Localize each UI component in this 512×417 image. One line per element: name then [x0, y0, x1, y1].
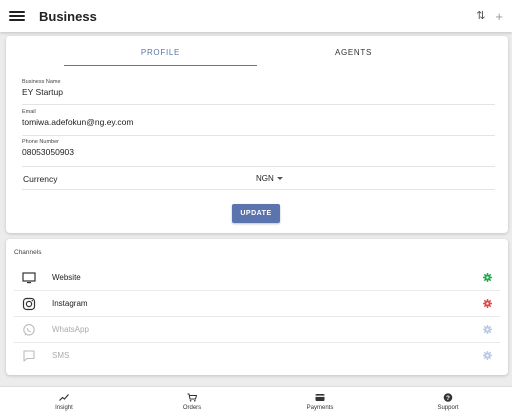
email-input[interactable]: tomiwa.adefokun@ng.ey.com: [22, 117, 495, 127]
plus-icon[interactable]: +: [495, 10, 503, 23]
update-button[interactable]: UPDATE: [232, 204, 280, 223]
sort-icon[interactable]: ⇅: [476, 10, 485, 22]
monitor-icon: [22, 272, 36, 284]
tab-bar: PROFILE AGENTS: [64, 42, 450, 66]
currency-value: NGN: [256, 174, 274, 183]
instagram-icon: [22, 297, 36, 311]
tab-profile[interactable]: PROFILE: [64, 42, 257, 66]
menu-icon[interactable]: [9, 9, 25, 23]
business-name-label: Business Name: [22, 79, 61, 85]
trending-up-icon: [59, 394, 69, 401]
phone-label: Phone Number: [22, 139, 59, 145]
gear-icon[interactable]: [483, 273, 492, 282]
whatsapp-icon: [23, 324, 35, 336]
bottom-nav: Insight Orders Payments ? Support: [0, 386, 512, 417]
channel-row-instagram[interactable]: Instagram: [14, 291, 500, 317]
cart-icon: [187, 393, 197, 402]
svg-text:?: ?: [446, 395, 450, 402]
gear-icon[interactable]: [483, 299, 492, 308]
nav-label: Support: [437, 405, 459, 411]
nav-label: Insight: [55, 405, 73, 411]
gear-icon[interactable]: [483, 351, 492, 360]
phone-input[interactable]: 08053050903: [22, 147, 495, 157]
business-name-field[interactable]: Business Name EY Startup: [22, 79, 495, 105]
channel-row-whatsapp[interactable]: WhatsApp: [14, 317, 500, 343]
channel-row-website[interactable]: Website: [14, 265, 500, 291]
profile-card: PROFILE AGENTS Business Name EY Startup …: [6, 36, 508, 233]
channel-label: WhatsApp: [52, 325, 89, 334]
currency-label: Currency: [23, 174, 58, 184]
help-icon: ?: [443, 393, 453, 402]
channels-header: Channels: [14, 249, 42, 256]
email-field[interactable]: Email tomiwa.adefokun@ng.ey.com: [22, 109, 495, 136]
chevron-down-icon: [276, 177, 283, 181]
app-bar: Business ⇅ +: [0, 0, 512, 32]
nav-label: Orders: [182, 405, 202, 411]
nav-item-insight[interactable]: Insight: [0, 387, 128, 417]
phone-field[interactable]: Phone Number 08053050903: [22, 139, 495, 167]
channel-row-sms[interactable]: SMS: [14, 343, 500, 369]
business-name-input[interactable]: EY Startup: [22, 87, 495, 97]
nav-item-payments[interactable]: Payments: [256, 387, 384, 417]
channels-card: Channels Website Instagram WhatsApp SMS: [6, 239, 508, 375]
nav-item-support[interactable]: ? Support: [384, 387, 512, 417]
currency-select[interactable]: NGN: [256, 174, 283, 183]
sms-icon: [23, 350, 35, 362]
credit-card-icon: [315, 394, 325, 401]
nav-label: Payments: [306, 405, 334, 411]
nav-item-orders[interactable]: Orders: [128, 387, 256, 417]
channel-label: Instagram: [52, 299, 88, 308]
gear-icon[interactable]: [483, 325, 492, 334]
currency-row: Currency NGN: [22, 170, 495, 190]
page-title: Business: [39, 8, 97, 24]
tab-agents[interactable]: AGENTS: [257, 42, 450, 66]
channel-label: SMS: [52, 351, 70, 360]
email-label: Email: [22, 109, 36, 115]
channel-label: Website: [52, 273, 81, 282]
